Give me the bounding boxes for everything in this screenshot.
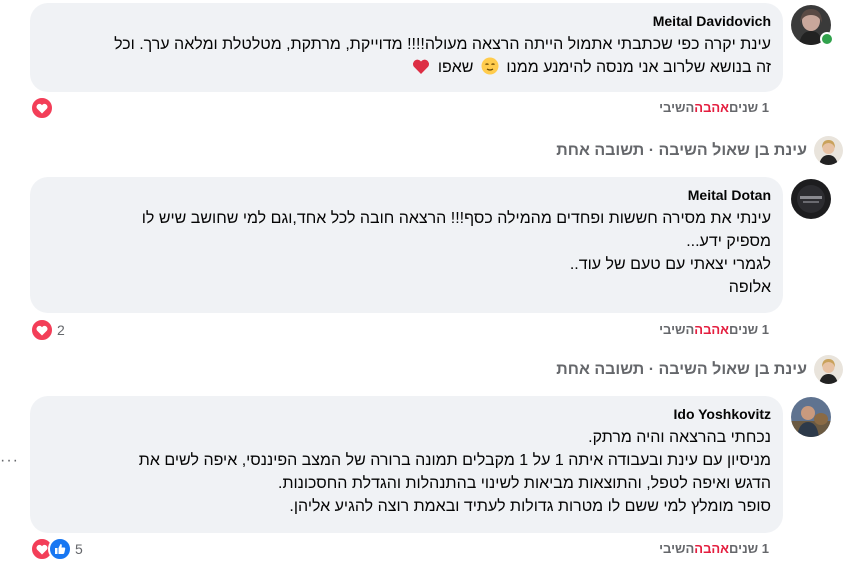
comment-text: זה בנושא שלרוב אני מנסה להימנע ממנו שאפו	[42, 56, 771, 82]
comment-text: מספיק ידע...	[686, 233, 771, 250]
avatar[interactable]	[791, 397, 831, 437]
comment-time[interactable]: 1 שנים	[729, 100, 769, 115]
comment-bubble: Meital Dotan עינתי את מסירה חששות ופחדים…	[30, 177, 783, 313]
comment-author[interactable]: Meital Dotan	[42, 187, 771, 203]
comment-text: אלופה	[728, 279, 771, 296]
love-reaction-icon	[30, 96, 54, 120]
comment-text: נכחתי בהרצאה והיה מרתק.	[588, 429, 771, 446]
red-heart-emoji-icon	[412, 58, 430, 82]
avatar[interactable]	[814, 355, 843, 384]
comment-text: עינתי את מסירה חששות ופחדים מהמילה כסף!!…	[141, 210, 771, 227]
love-reaction-button[interactable]: אהבה	[694, 541, 729, 556]
comment-text-part: שאפו	[437, 59, 474, 76]
reply-button[interactable]: השיבי	[659, 541, 694, 556]
relieved-face-emoji-icon	[481, 57, 499, 82]
comment-author[interactable]: Meital Davidovich	[42, 13, 771, 29]
comment-bubble: Meital Davidovich עינת יקרה כפי שכתבתי א…	[30, 3, 783, 92]
comment-text: מניסיון עם עינת ובעבודה איתה 1 על 1 מקבל…	[138, 452, 771, 469]
love-reaction-icon	[30, 318, 54, 342]
comment-author[interactable]: Ido Yoshkovitz	[42, 406, 772, 422]
comment-text: סופר מומלץ למי ששם לו מטרות גדולות לעתיד…	[289, 498, 771, 515]
comment-actions: 1 שנים אהבה השיבי	[659, 100, 769, 115]
comment-actions: 1 שנים אהבה השיבי	[659, 322, 769, 337]
love-reaction-button[interactable]: אהבה	[694, 322, 729, 337]
reaction-count: 2	[57, 322, 65, 338]
comment-text: לגמרי יצאתי עם טעם של עוד..	[569, 256, 771, 273]
comment-time[interactable]: 1 שנים	[729, 322, 769, 337]
more-options-icon[interactable]: ···	[0, 452, 19, 470]
comment-bubble: Ido Yoshkovitz נכחתי בהרצאה והיה מרתק. מ…	[30, 396, 783, 533]
reply-button[interactable]: השיבי	[659, 322, 694, 337]
like-reaction-icon	[48, 537, 72, 561]
love-reaction-button[interactable]: אהבה	[694, 100, 729, 115]
reaction-count: 5	[75, 541, 83, 557]
comment-time[interactable]: 1 שנים	[729, 541, 769, 556]
reaction-summary[interactable]: 5	[30, 537, 83, 561]
comment-text-part: זה בנושא שלרוב אני מנסה להימנע ממנו	[506, 59, 771, 76]
avatar[interactable]	[814, 136, 843, 165]
view-replies-link[interactable]: עינת בן שאול השיבה · תשובה אחת	[556, 361, 807, 379]
online-status-dot	[820, 32, 834, 46]
avatar[interactable]	[791, 179, 831, 219]
view-replies-link[interactable]: עינת בן שאול השיבה · תשובה אחת	[556, 142, 807, 160]
comment-text: עינת יקרה כפי שכתבתי אתמול הייתה הרצאה מ…	[114, 36, 771, 53]
comment-actions: 1 שנים אהבה השיבי	[659, 541, 769, 556]
reaction-summary[interactable]	[30, 96, 54, 120]
reply-button[interactable]: השיבי	[659, 100, 694, 115]
comment-text: הדגש ואיפה לטפל, והתוצאות מביאות לשינוי …	[278, 475, 771, 492]
reaction-summary[interactable]: 2	[30, 318, 65, 342]
